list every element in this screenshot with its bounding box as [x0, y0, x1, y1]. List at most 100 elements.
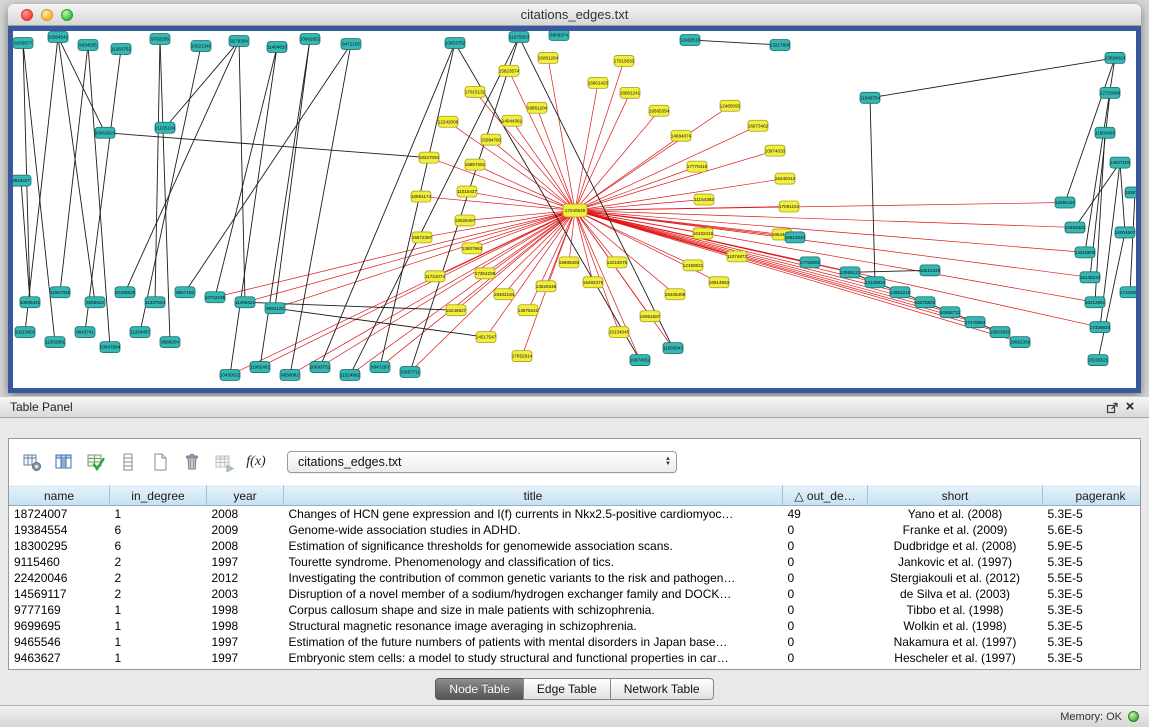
graph-node[interactable]: 10974033 — [765, 145, 786, 156]
graph-node[interactable]: 10210601 — [15, 327, 36, 338]
graph-node[interactable]: 16973462 — [748, 120, 769, 131]
table-mode-icon[interactable] — [19, 449, 45, 475]
graph-node[interactable]: 12655110 — [1055, 197, 1076, 208]
table-row[interactable]: 977716911998Corpus callosum shape and si… — [9, 602, 1140, 618]
graph-node[interactable]: 11903425 — [1095, 127, 1116, 138]
graph-node[interactable]: 13217896 — [770, 39, 791, 50]
column-header-short[interactable]: short — [868, 486, 1043, 506]
graph-node[interactable]: 14684874 — [671, 130, 692, 141]
graph-node[interactable]: 18236521 — [1088, 355, 1109, 366]
graph-node[interactable]: 9265922 — [85, 297, 105, 308]
graph-node[interactable]: 19662308 — [1010, 337, 1031, 348]
table-row[interactable]: 2242004622012Investigating the contribut… — [9, 570, 1140, 586]
graph-node[interactable]: 11302801 — [45, 337, 66, 348]
graph-node[interactable]: 19565354 — [649, 105, 670, 116]
graph-node[interactable]: 12216076 — [607, 257, 628, 268]
graph-node[interactable]: 13484622 — [1065, 222, 1086, 233]
zoom-window-button[interactable] — [61, 9, 73, 21]
graph-node[interactable]: 11154392 — [694, 194, 714, 205]
graph-node[interactable]: 15094783 — [481, 134, 502, 145]
graph-node[interactable]: 12958121 — [840, 267, 861, 278]
graph-node[interactable]: 16061264 — [538, 52, 559, 63]
graph-node[interactable]: 9546327 — [13, 175, 31, 186]
table-row[interactable]: 1872400712008Changes of HCN gene express… — [9, 506, 1140, 523]
graph-node[interactable]: 16961423 — [588, 77, 609, 88]
graph-node[interactable]: 15148233 — [1080, 272, 1101, 283]
graph-node[interactable]: 19861204 — [527, 102, 548, 113]
graph-node[interactable]: 10802651 — [300, 33, 321, 44]
graph-node[interactable]: 10647894 — [100, 342, 121, 353]
graph-node[interactable]: 16913244 — [785, 232, 806, 243]
table-row[interactable]: 1456911722003Disruption of a novel membe… — [9, 586, 1140, 602]
graph-node[interactable]: 14529348 — [536, 281, 557, 292]
graph-node[interactable]: 11337504 — [145, 297, 166, 308]
import-table-icon[interactable] — [211, 449, 237, 475]
graph-node[interactable]: 14044361 — [502, 115, 523, 126]
graph-node[interactable]: 9886204 — [160, 337, 180, 348]
graph-node[interactable]: 9472105 — [341, 38, 361, 49]
graph-node[interactable]: 18436409 — [665, 289, 686, 300]
graph-node[interactable]: 9634505 — [78, 39, 98, 50]
graph-hub-node[interactable]: 17240549 — [563, 204, 587, 217]
graph-node[interactable]: 16402194 — [494, 289, 515, 300]
delete-column-icon[interactable] — [179, 449, 205, 475]
graph-node[interactable]: 17470954 — [965, 317, 986, 328]
graph-node[interactable]: 15905493 — [559, 257, 580, 268]
column-header-out_de[interactable]: △ out_de… — [783, 486, 868, 506]
graph-node[interactable]: 15134045 — [609, 327, 630, 338]
graph-node[interactable]: 15276803 — [915, 297, 936, 308]
show-columns-icon[interactable] — [51, 449, 77, 475]
graph-node[interactable]: 10693751 — [310, 362, 331, 373]
float-panel-icon[interactable] — [1103, 399, 1121, 415]
graph-node[interactable]: 17091103 — [779, 201, 800, 212]
graph-node[interactable]: 17015132 — [465, 86, 486, 97]
graph-node[interactable]: 10742155 — [205, 292, 226, 303]
close-panel-icon[interactable]: × — [1121, 399, 1139, 415]
graph-node[interactable]: 12242008 — [438, 116, 459, 127]
graph-node[interactable]: 14927103 — [1110, 157, 1131, 168]
graph-node[interactable]: 16857261 — [465, 159, 486, 170]
graph-node[interactable]: 15440412 — [775, 173, 796, 184]
column-header-in_degree[interactable]: in_degree — [110, 486, 207, 506]
graph-node[interactable]: 17652914 — [512, 351, 533, 362]
graph-node[interactable]: 15387320 — [1125, 187, 1136, 198]
table-row[interactable]: 1938455462009Genome-wide association stu… — [9, 522, 1140, 538]
graph-node[interactable]: 12753090 — [1100, 87, 1121, 98]
graph-node[interactable]: 10905341 — [20, 297, 41, 308]
graph-node[interactable]: 9806374 — [549, 31, 569, 40]
graph-node[interactable]: 16004607 — [1115, 227, 1136, 238]
graph-node[interactable]: 11648754 — [860, 92, 881, 103]
graph-node[interactable]: 9105677 — [13, 37, 33, 48]
select-all-icon[interactable] — [83, 449, 109, 475]
graph-node[interactable]: 12485093 — [720, 100, 741, 111]
table-row[interactable]: 969969511998Structural magnetic resonanc… — [9, 618, 1140, 634]
close-window-button[interactable] — [21, 9, 33, 21]
graph-node[interactable]: 15610429 — [920, 265, 941, 276]
network-graph-canvas[interactable]: 16061264 15823574 17015132 12242008 18347094… — [13, 31, 1136, 388]
table-source-select[interactable]: citations_edges.txt ▲ ▼ — [287, 451, 677, 473]
graph-node[interactable]: 11731074 — [425, 271, 446, 282]
tab-network-table[interactable]: Network Table — [610, 678, 714, 700]
graph-node[interactable]: 9947293 — [370, 362, 390, 373]
graph-node[interactable]: 11524962 — [340, 370, 361, 381]
graph-node[interactable]: 13654624 — [1105, 52, 1126, 63]
graph-node[interactable]: 9279354 — [229, 35, 249, 46]
graph-node[interactable]: 16212951 — [1085, 297, 1106, 308]
graph-node[interactable]: 12807963 — [462, 243, 483, 254]
tab-node-table[interactable]: Node Table — [435, 678, 524, 700]
graph-node[interactable]: 10853752 — [445, 37, 466, 48]
graph-node[interactable]: 16914863 — [709, 277, 730, 288]
graph-node[interactable]: 13975241 — [518, 305, 539, 316]
column-header-title[interactable]: title — [284, 486, 783, 506]
graph-node[interactable]: 9692123 — [265, 303, 285, 314]
function-builder-icon[interactable]: f(x) — [243, 449, 269, 475]
minimize-window-button[interactable] — [41, 9, 53, 21]
graph-node[interactable]: 10867711 — [400, 367, 421, 378]
graph-node[interactable]: 10974552 — [630, 355, 651, 366]
table-row[interactable]: 1830029562008Estimation of significance … — [9, 538, 1140, 554]
graph-node[interactable]: 11082461 — [250, 362, 271, 373]
graph-node[interactable]: 17103603 — [1120, 287, 1136, 298]
graph-node[interactable]: 18347094 — [419, 152, 440, 163]
graph-node[interactable]: 15823574 — [499, 65, 520, 76]
graph-node[interactable]: 10364541 — [48, 31, 69, 42]
